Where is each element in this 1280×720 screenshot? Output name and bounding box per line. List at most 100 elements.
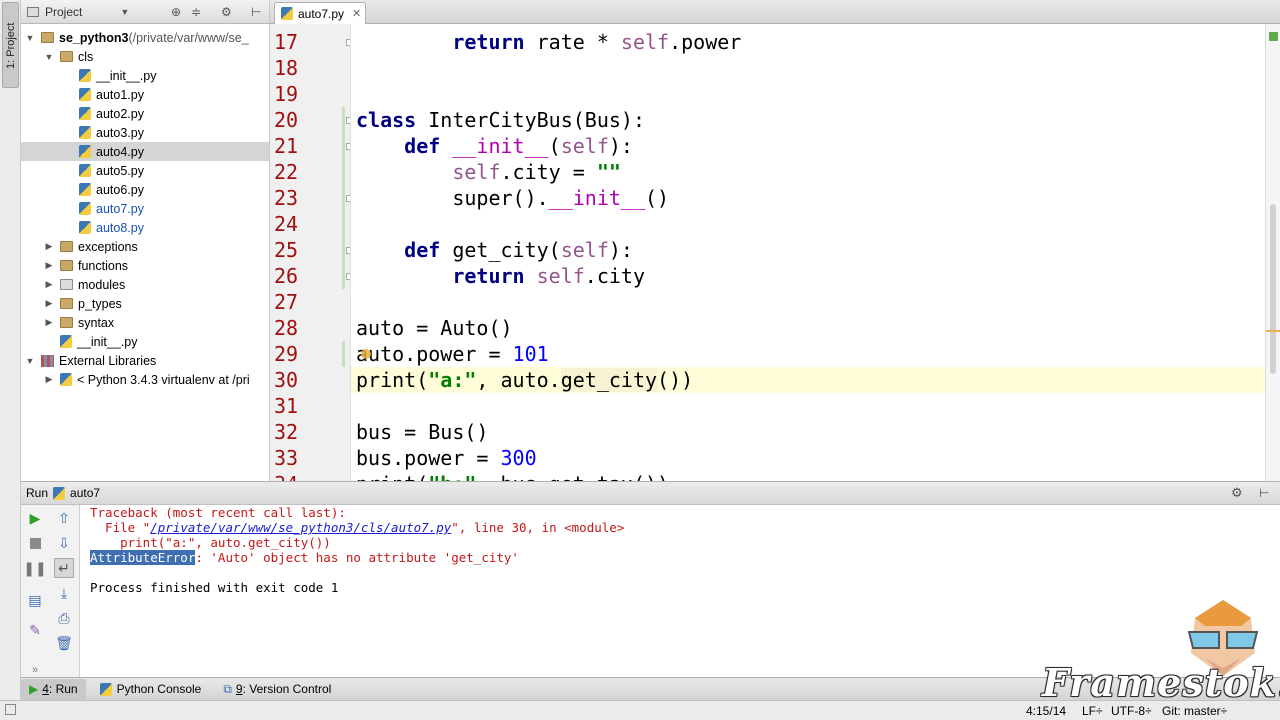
code-line[interactable]: bus.power = 300 xyxy=(356,445,537,471)
tree-item[interactable]: auto3.py xyxy=(21,123,269,142)
tree-item[interactable]: ▶ functions xyxy=(21,256,269,275)
python-file-icon xyxy=(79,221,91,234)
close-icon[interactable]: ✕ xyxy=(352,7,361,20)
code-line[interactable]: bus = Bus() xyxy=(356,419,488,445)
tree-item[interactable]: auto6.py xyxy=(21,180,269,199)
tree-item[interactable]: auto8.py xyxy=(21,218,269,237)
folder-icon xyxy=(60,260,73,271)
change-marker[interactable] xyxy=(342,107,345,289)
code-editor[interactable]: return rate * self.power class InterCityB… xyxy=(351,24,1265,481)
crosshair-icon[interactable]: ⊕ xyxy=(171,5,181,19)
code-line[interactable]: class InterCityBus(Bus): xyxy=(356,107,645,133)
code-line[interactable]: self.city = "" xyxy=(356,159,621,185)
tab-run[interactable]: ▶ 4: Run xyxy=(21,678,86,700)
code-line[interactable]: print("b:", bus.get_tax()) xyxy=(356,471,669,481)
tree-item[interactable]: ▼ External Libraries xyxy=(21,351,269,370)
scroll-thumb[interactable] xyxy=(1270,204,1276,374)
tab-auto7[interactable]: auto7.py ✕ xyxy=(274,2,366,24)
console-line: print("a:", auto.get_city()) xyxy=(90,535,331,550)
tab-version-control[interactable]: ⧉ 9: Version Control xyxy=(215,679,339,700)
caret-position[interactable]: 4:15/14 xyxy=(1026,704,1066,718)
code-line[interactable]: def __init__(self): xyxy=(356,133,633,159)
code-line[interactable]: super().__init__() xyxy=(356,185,669,211)
left-tool-stripe: 1: Project xyxy=(0,0,21,700)
project-tool-tab-label: 1: Project xyxy=(5,22,17,69)
code-line[interactable]: auto.power = 101 xyxy=(356,341,549,367)
inspection-ok-icon xyxy=(1269,32,1278,41)
status-toggle-icon[interactable] xyxy=(5,704,16,715)
restore-layout-icon[interactable]: ▤ xyxy=(25,590,45,610)
tree-item[interactable]: ▶ exceptions xyxy=(21,237,269,256)
code-line[interactable]: def get_city(self): xyxy=(356,237,633,263)
tree-item[interactable]: ▶ < Python 3.4.3 virtualenv at /pri xyxy=(21,370,269,389)
warning-marker[interactable] xyxy=(1266,330,1280,332)
tree-item-label: __init__.py xyxy=(77,334,138,349)
chevron-right-icon[interactable]: ▶ xyxy=(44,374,54,385)
stop-icon[interactable] xyxy=(25,533,45,553)
chevron-right-icon[interactable]: ▶ xyxy=(44,298,54,309)
python-file-icon xyxy=(79,183,91,196)
git-branch[interactable]: Git: master÷ xyxy=(1162,704,1227,718)
tree-item[interactable]: ▶ p_types xyxy=(21,294,269,313)
code-line[interactable]: auto = Auto() xyxy=(356,315,513,341)
tree-item[interactable]: auto4.py xyxy=(21,142,269,161)
code-line[interactable]: return self.city xyxy=(356,263,645,289)
change-marker[interactable] xyxy=(342,341,345,367)
chevron-right-icon[interactable]: ▶ xyxy=(44,279,54,290)
trash-icon[interactable]: 🗑 xyxy=(54,633,74,653)
chevron-down-icon[interactable]: ▼ xyxy=(25,356,35,366)
tree-item[interactable]: auto7.py xyxy=(21,199,269,218)
chevron-down-icon[interactable]: ▼ xyxy=(120,7,129,17)
print-icon[interactable]: ⎙ xyxy=(54,608,74,628)
selected-text[interactable]: AttributeError xyxy=(90,550,196,565)
arrow-down-icon[interactable]: ⇩ xyxy=(54,533,74,553)
code-line[interactable]: return rate * self.power xyxy=(356,29,741,55)
tree-item[interactable]: ▶ syntax xyxy=(21,313,269,332)
chevron-right-icon[interactable]: ▶ xyxy=(44,241,54,252)
chevron-down-icon[interactable]: ▼ xyxy=(25,33,35,43)
version-control-icon: ⧉ xyxy=(223,681,232,696)
line-number: 28 xyxy=(274,316,299,340)
tree-item[interactable]: __init__.py xyxy=(21,332,269,351)
tree-item-label: auto7.py xyxy=(96,201,144,216)
run-config-name[interactable]: auto7 xyxy=(70,486,100,500)
file-encoding[interactable]: UTF-8÷ xyxy=(1111,704,1152,718)
soft-wrap-icon[interactable]: ↵ xyxy=(54,558,74,578)
tree-item[interactable]: auto1.py xyxy=(21,85,269,104)
line-separator[interactable]: LF÷ xyxy=(1082,704,1103,718)
tree-item[interactable]: ▶ modules xyxy=(21,275,269,294)
pause-icon[interactable]: ❚❚ xyxy=(23,558,46,578)
tree-item[interactable]: auto5.py xyxy=(21,161,269,180)
editor-scrollbar[interactable] xyxy=(1265,24,1280,481)
project-tool-tab[interactable]: 1: Project xyxy=(2,2,19,88)
hide-panel-icon[interactable]: ⊢ xyxy=(1259,486,1269,500)
code-line[interactable]: print("a:", auto.get_city()) xyxy=(356,367,693,393)
tree-item[interactable]: auto2.py xyxy=(21,104,269,123)
collapse-all-icon[interactable]: ≑ xyxy=(191,5,201,19)
gear-icon[interactable]: ⚙ xyxy=(221,5,232,19)
scroll-to-end-icon[interactable]: ⤓ xyxy=(54,583,74,603)
run-console[interactable]: Traceback (most recent call last): File … xyxy=(80,505,1280,677)
tree-item[interactable]: __init__.py xyxy=(21,66,269,85)
python-file-icon xyxy=(79,88,91,101)
arrow-up-icon[interactable]: ⇧ xyxy=(54,508,74,528)
line-number: 27 xyxy=(274,290,299,314)
pin-icon[interactable]: ✎ xyxy=(25,620,45,640)
tab-python-console[interactable]: Python Console xyxy=(92,679,210,700)
chevron-down-icon[interactable]: ▼ xyxy=(44,52,54,62)
run-icon: ▶ xyxy=(29,682,39,696)
traceback-file-link[interactable]: /private/var/www/se_python3/cls/auto7.py xyxy=(150,520,451,535)
line-number: 20 xyxy=(274,108,299,132)
watermark: Framestok.ru xyxy=(1042,660,1280,705)
chevron-right-icon[interactable]: ▶ xyxy=(44,260,54,271)
intention-bulb-icon[interactable] xyxy=(361,349,371,359)
tree-item[interactable]: ▼ cls xyxy=(21,47,269,66)
gear-icon[interactable]: ⚙ xyxy=(1231,485,1243,501)
tree-item[interactable]: ▼ se_python3 (/private/var/www/se_ xyxy=(21,28,269,47)
hide-panel-icon[interactable]: ⊢ xyxy=(251,5,261,19)
chevron-right-icon[interactable]: ▶ xyxy=(44,317,54,328)
rerun-icon[interactable]: ▶ xyxy=(25,508,45,528)
project-view-title[interactable]: Project xyxy=(45,5,82,19)
python-file-icon xyxy=(79,126,91,139)
tree-item-label: __init__.py xyxy=(96,68,157,83)
